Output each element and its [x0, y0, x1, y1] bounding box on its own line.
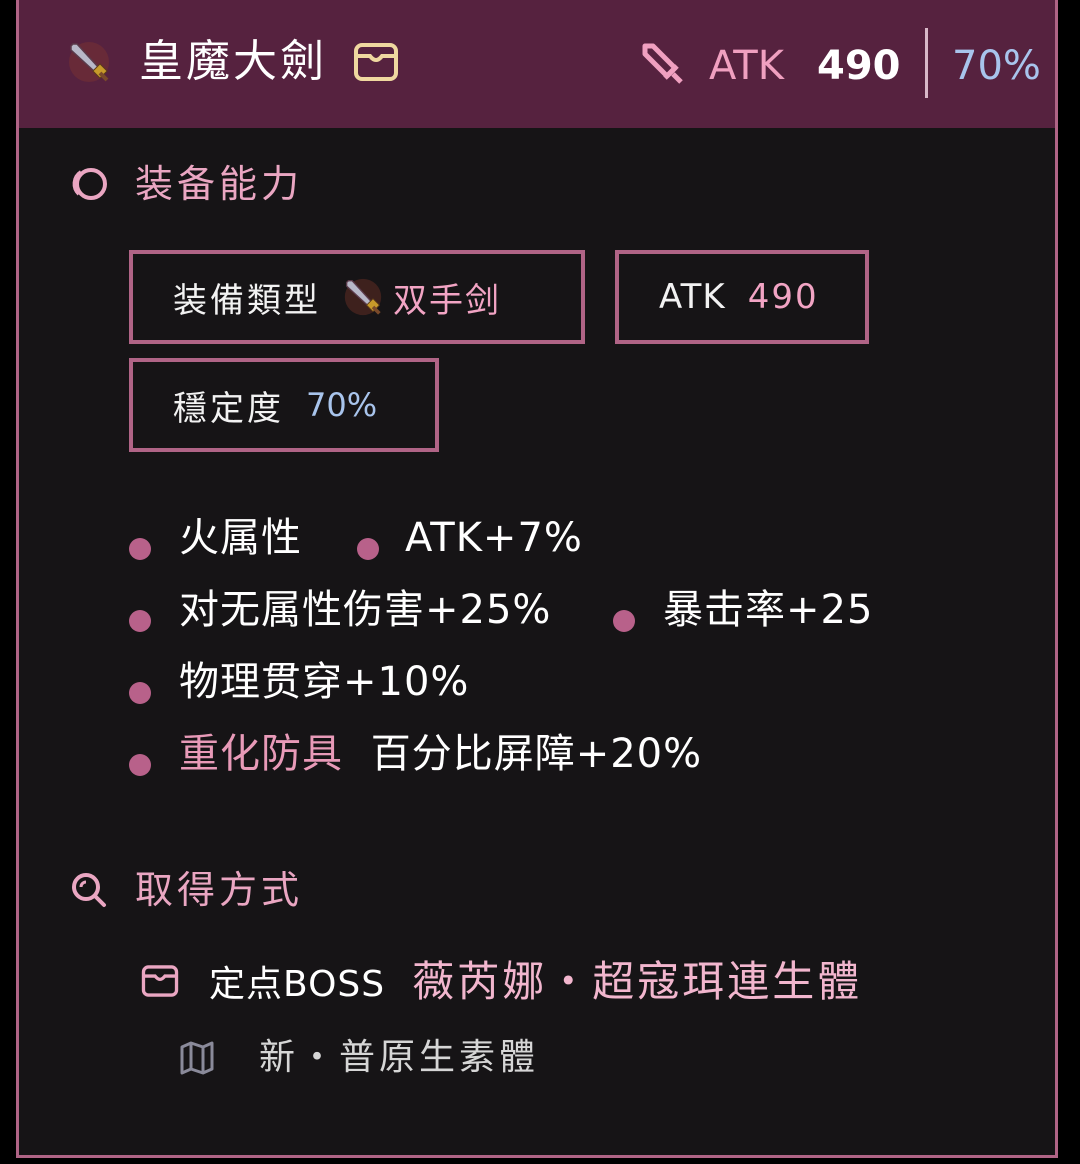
equip-type-label: 装備類型	[173, 280, 321, 321]
chest-icon[interactable]	[353, 42, 399, 82]
section-title-acquisition: 取得方式	[135, 868, 304, 912]
map-icon	[180, 1041, 214, 1075]
trait-item: 对无属性伤害+25%	[179, 587, 552, 633]
trait-condition: 重化防具	[179, 731, 343, 777]
sword-sprite-icon	[69, 42, 109, 82]
trait-item: 火属性	[179, 515, 302, 561]
trait-effect: 百分比屏障+20%	[370, 731, 703, 777]
section-title-abilities: 装备能力	[135, 162, 304, 206]
bullet	[129, 610, 151, 632]
bullet	[613, 610, 635, 632]
equip-type-value: 双手剑	[393, 280, 501, 321]
bullet	[129, 538, 151, 560]
stability-box: 穩定度 70%	[129, 358, 439, 452]
trait-item: 重化防具 百分比屏障+20%	[179, 728, 702, 780]
source-type: 定点BOSS	[209, 964, 386, 1005]
weapon-title: 皇魔大劍	[139, 36, 327, 87]
acquisition-source[interactable]: 定点BOSS 薇芮娜・超寇珥連生體	[209, 956, 862, 1017]
card-header: 皇魔大劍 ATK 490 70%	[19, 0, 1055, 128]
equip-type-box: 装備類型 双手剑	[129, 250, 585, 344]
trait-item: ATK+7%	[405, 515, 583, 561]
chest-icon	[141, 965, 179, 997]
atk-label: ATK	[659, 277, 726, 317]
acquisition-location[interactable]: 新・普原生素體	[259, 1034, 539, 1082]
atk-value: 490	[747, 277, 819, 317]
boss-name: 薇芮娜・超寇珥連生體	[412, 957, 863, 1006]
header-divider	[925, 28, 928, 98]
header-stability-value: 70%	[952, 43, 1041, 89]
weapon-detail-card: 皇魔大劍 ATK 490 70% 装备能力 装備類型 双手剑 ATK 490 穩…	[16, 0, 1058, 1158]
bullet	[129, 682, 151, 704]
header-atk-value: 490	[817, 43, 901, 89]
bullet	[357, 538, 379, 560]
header-atk-label: ATK	[709, 43, 784, 89]
sword-sprite-icon	[344, 278, 382, 316]
atk-box: ATK 490	[615, 250, 869, 344]
trait-item: 物理贯穿+10%	[179, 659, 470, 705]
stability-value: 70%	[306, 386, 378, 424]
swirl-icon	[72, 168, 107, 200]
sword-outline-icon	[642, 43, 683, 84]
trait-item: 暴击率+25	[663, 587, 874, 633]
bullet	[129, 754, 151, 776]
stability-label: 穩定度	[173, 388, 284, 429]
search-icon	[72, 873, 106, 907]
